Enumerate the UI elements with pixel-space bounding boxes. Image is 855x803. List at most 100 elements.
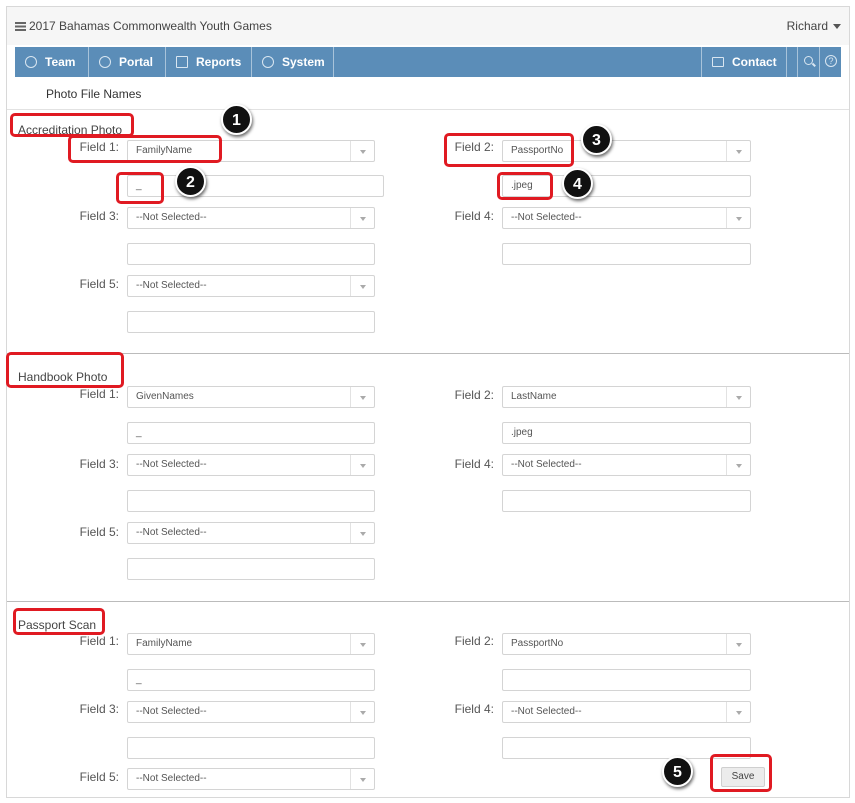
accreditation-field-4-select[interactable]: --Not Selected-- [502,207,751,229]
highlight-save-button [710,754,772,792]
select-value: FamilyName [136,638,193,649]
handbook-field-5-select[interactable]: --Not Selected-- [127,522,375,544]
menu-icon [15,22,26,31]
chevron-down-icon [350,634,374,654]
select-value: --Not Selected-- [136,459,207,470]
select-value: --Not Selected-- [511,212,582,223]
chevron-down-icon [350,769,374,789]
select-value: --Not Selected-- [136,773,207,784]
passport-field-5-select[interactable]: --Not Selected-- [127,768,375,790]
passport-field-4-select[interactable]: --Not Selected-- [502,701,751,723]
passport-separator-2-input[interactable] [502,669,751,691]
globe-icon [99,56,111,68]
user-name: Richard [786,19,828,33]
chevron-down-icon [350,455,374,475]
nav-item-reports[interactable]: Reports [166,47,252,77]
help-button[interactable]: ? [819,47,841,77]
app-title: 2017 Bahamas Commonwealth Youth Games [29,19,272,33]
highlight-separator-2 [497,172,553,200]
accreditation-field-5-select[interactable]: --Not Selected-- [127,275,375,297]
chevron-down-icon [350,208,374,228]
chevron-down-icon [726,141,750,161]
passport-field-2-select[interactable]: PassportNo [502,633,751,655]
nav-item-label: Reports [196,55,242,69]
gear-icon [262,56,274,68]
select-value: --Not Selected-- [136,280,207,291]
callout-badge-1: 1 [221,104,252,135]
field-2-label: Field 2: [454,634,494,648]
chevron-down-icon [726,634,750,654]
callout-badge-4: 4 [562,168,593,199]
chevron-down-icon [350,387,374,407]
highlight-separator-1 [116,172,164,204]
chevron-down-icon [726,455,750,475]
chevron-down-icon [350,702,374,722]
team-icon [25,56,37,68]
handbook-separator-1-input[interactable]: _ [127,422,375,444]
report-icon [176,56,188,68]
nav-item-portal[interactable]: Portal [89,47,166,77]
select-value: --Not Selected-- [511,706,582,717]
chevron-down-icon [726,387,750,407]
handbook-field-4-select[interactable]: --Not Selected-- [502,454,751,476]
field-1-label: Field 1: [79,634,119,648]
main-nav: Team Portal Reports System Contact ? [15,47,841,77]
passport-separator-3-input[interactable] [127,737,375,759]
select-value: LastName [511,391,557,402]
accreditation-separator-5-input[interactable] [127,311,375,333]
handbook-separator-5-input[interactable] [127,558,375,580]
handbook-field-2-select[interactable]: LastName [502,386,751,408]
accreditation-separator-4-input[interactable] [502,243,751,265]
passport-separator-1-input[interactable]: _ [127,669,375,691]
select-value: --Not Selected-- [511,459,582,470]
field-5-label: Field 5: [79,277,119,291]
handbook-field-1-select[interactable]: GivenNames [127,386,375,408]
passport-field-3-select[interactable]: --Not Selected-- [127,701,375,723]
field-3-label: Field 3: [79,209,119,223]
field-4-label: Field 4: [454,702,494,716]
page-title: Photo File Names [46,87,142,101]
accreditation-separator-1-input[interactable]: _ [127,175,384,197]
user-menu[interactable]: Richard [787,19,841,33]
nav-item-team[interactable]: Team [15,47,89,77]
handbook-separator-4-input[interactable] [502,490,751,512]
select-value: --Not Selected-- [136,212,207,223]
title-bar: 2017 Bahamas Commonwealth Youth Games Ri… [7,7,849,45]
handbook-field-3-select[interactable]: --Not Selected-- [127,454,375,476]
field-4-label: Field 4: [454,457,494,471]
highlight-field-1-select [68,135,222,163]
highlight-passport-title [13,608,105,635]
chevron-down-icon [726,702,750,722]
highlight-handbook-title [6,352,124,388]
chevron-down-icon [350,276,374,296]
field-4-label: Field 4: [454,209,494,223]
callout-badge-5: 5 [662,756,693,787]
search-button[interactable] [797,47,819,77]
highlight-field-2-select [444,133,574,167]
chevron-down-icon [726,208,750,228]
contact-label: Contact [732,55,777,69]
section-divider [7,601,849,602]
accreditation-field-3-select[interactable]: --Not Selected-- [127,207,375,229]
handbook-separator-2-input[interactable]: .jpeg [502,422,751,444]
callout-badge-3: 3 [581,124,612,155]
help-icon: ? [825,55,837,67]
accreditation-separator-3-input[interactable] [127,243,375,265]
chevron-down-icon [833,24,841,30]
field-5-label: Field 5: [79,770,119,784]
contact-button[interactable]: Contact [701,47,787,77]
nav-item-label: System [282,55,325,69]
select-value: PassportNo [511,638,564,649]
field-5-label: Field 5: [79,525,119,539]
header-divider [7,109,849,110]
nav-item-label: Team [45,55,76,69]
handbook-separator-3-input[interactable] [127,490,375,512]
section-divider [7,353,849,354]
field-1-label: Field 1: [79,387,119,401]
chevron-down-icon [350,523,374,543]
nav-item-label: Portal [119,55,154,69]
envelope-icon [712,57,724,67]
nav-item-system[interactable]: System [252,47,334,77]
select-value: GivenNames [136,391,194,402]
passport-field-1-select[interactable]: FamilyName [127,633,375,655]
